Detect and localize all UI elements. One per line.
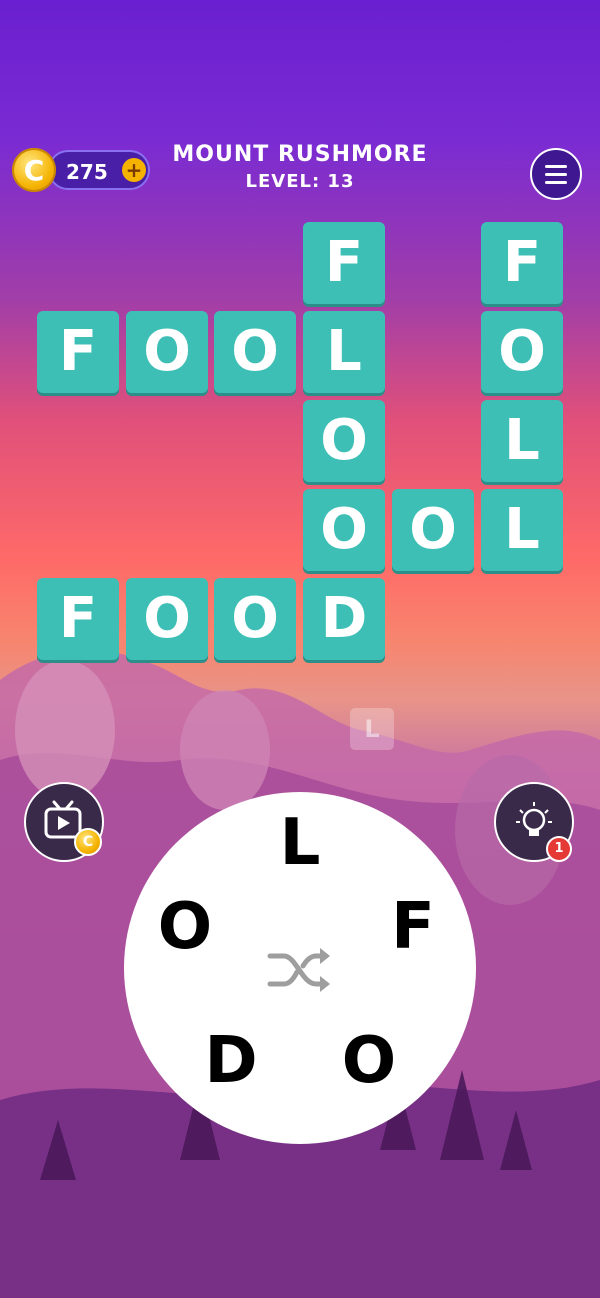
- menu-icon-bar: [545, 173, 567, 176]
- letter-tile: L: [303, 311, 385, 393]
- letter-tile: F: [481, 222, 563, 304]
- letter-tile: F: [303, 222, 385, 304]
- letter-tile: L: [481, 400, 563, 482]
- letter-tile: O: [303, 400, 385, 482]
- wheel-letter[interactable]: L: [265, 806, 335, 880]
- letter-tile: O: [126, 311, 208, 393]
- wheel-letter[interactable]: O: [150, 890, 220, 964]
- letter-tile: O: [214, 311, 296, 393]
- menu-button[interactable]: [530, 148, 582, 200]
- letter-tile: L: [481, 489, 563, 571]
- wheel-letter[interactable]: F: [378, 890, 448, 964]
- hint-count-badge: 1: [546, 836, 572, 862]
- wheel-letter[interactable]: O: [334, 1024, 404, 1098]
- letter-tile: O: [481, 311, 563, 393]
- letter-tile: F: [37, 578, 119, 660]
- preview-letter-tile: L: [350, 708, 394, 750]
- letter-tile: F: [37, 311, 119, 393]
- letter-tile: O: [126, 578, 208, 660]
- level-label: LEVEL: 13: [245, 171, 355, 192]
- menu-icon-bar: [545, 181, 567, 184]
- letter-tile: O: [214, 578, 296, 660]
- shuffle-icon[interactable]: [264, 944, 336, 996]
- menu-icon-bar: [545, 165, 567, 168]
- puzzle-title: MOUNT RUSHMORE: [172, 142, 428, 167]
- wheel-letter[interactable]: D: [196, 1024, 266, 1098]
- letter-tile: D: [303, 578, 385, 660]
- coin-icon: C: [74, 828, 102, 856]
- letter-tile: O: [392, 489, 474, 571]
- letter-tile: O: [303, 489, 385, 571]
